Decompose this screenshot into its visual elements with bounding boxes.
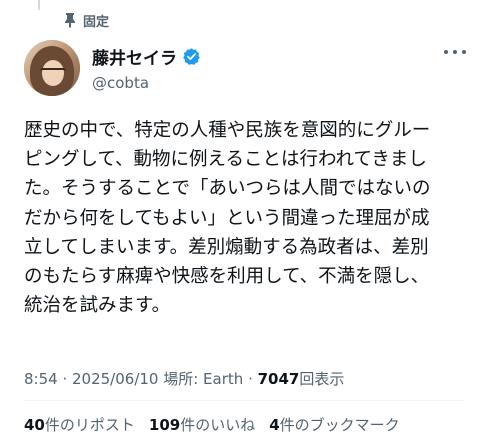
post-body-line: 立してしまいます。差別煽動する為政者は、差別 xyxy=(24,236,429,258)
meta-separator: · xyxy=(243,370,258,388)
verified-badge-icon[interactable] xyxy=(182,47,201,66)
post-metadata: 8:54 · 2025/06/10 場所: Earth · 7047回表示 xyxy=(24,368,344,389)
post-body-line: た。そうすることで「あいつらは人間ではないの xyxy=(24,178,431,200)
post-body-line: 統治を試みます。 xyxy=(24,295,171,317)
views-count: 7047 xyxy=(257,370,300,388)
post-header: 藤井セイラ @cobta xyxy=(24,40,201,96)
author-handle[interactable]: @cobta xyxy=(92,74,201,92)
bookmarks-stat[interactable]: 4件のブックマーク xyxy=(269,414,399,435)
post-body-line: のもたらす麻痺や快感を利用して、不満を隠し、 xyxy=(24,266,430,288)
engagement-stats: 40件のリポスト 109件のいいね 4件のブックマーク xyxy=(24,414,400,435)
post-time[interactable]: 8:54 xyxy=(24,370,58,388)
reposts-stat[interactable]: 40件のリポスト xyxy=(24,414,135,435)
bookmarks-count: 4 xyxy=(269,416,280,434)
thread-connector-line xyxy=(38,0,40,10)
reposts-count: 40 xyxy=(24,416,45,434)
views-label: 回表示 xyxy=(299,370,345,388)
pin-icon xyxy=(65,13,75,28)
post-location: 場所: Earth xyxy=(158,370,244,388)
bookmarks-label: 件のブックマーク xyxy=(279,416,400,434)
divider xyxy=(24,400,464,401)
post-body: 歴史の中で、特定の人種や民族を意図的にグルー ピングして、動物に例えることは行わ… xyxy=(24,116,464,320)
likes-count: 109 xyxy=(148,416,181,434)
post-date[interactable]: 2025/06/10 xyxy=(72,370,158,388)
pinned-label: 固定 xyxy=(83,14,110,30)
post-body-line: だから何をしてもよい」という間違った理屈が成 xyxy=(24,207,430,229)
likes-label: 件のいいね xyxy=(180,416,256,434)
meta-separator: · xyxy=(57,370,72,388)
avatar[interactable] xyxy=(24,40,80,96)
author-info: 藤井セイラ @cobta xyxy=(92,44,201,92)
likes-stat[interactable]: 109件のいいね xyxy=(149,414,255,435)
author-display-name[interactable]: 藤井セイラ xyxy=(92,44,177,69)
pinned-indicator: 固定 xyxy=(64,10,109,30)
reposts-label: 件のリポスト xyxy=(44,416,135,434)
post-body-line: ピングして、動物に例えることは行われてきまし xyxy=(24,149,427,171)
more-options-icon[interactable] xyxy=(444,44,466,60)
post-body-line: 歴史の中で、特定の人種や民族を意図的にグルー xyxy=(24,120,431,141)
